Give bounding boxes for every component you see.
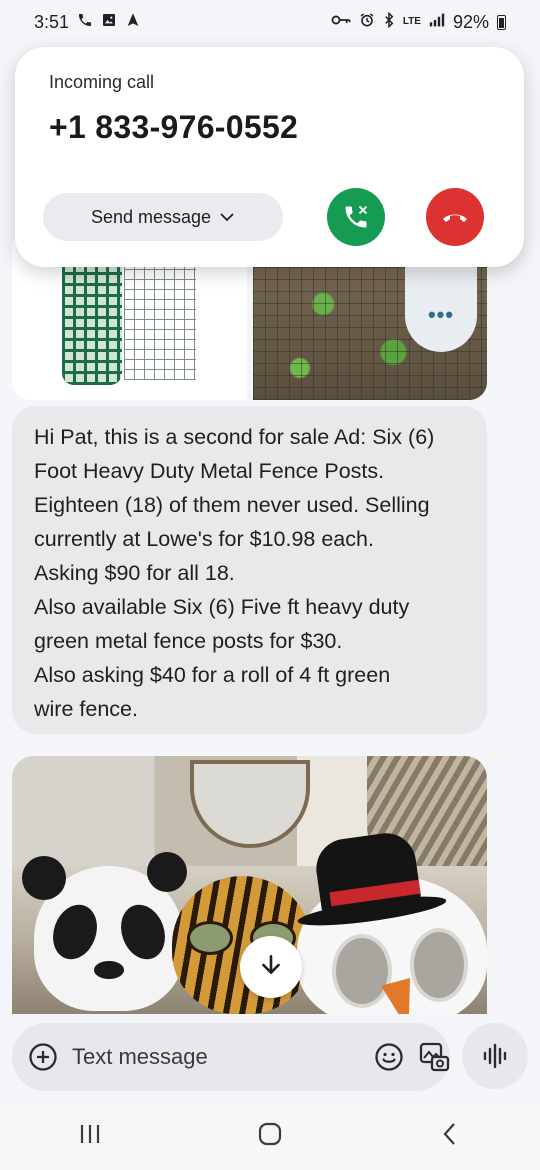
lte-indicator: LTE bbox=[402, 16, 421, 27]
bluetooth-icon bbox=[383, 11, 395, 32]
home-icon bbox=[258, 1122, 282, 1145]
status-bar: 3:51 LTE 92% bbox=[0, 0, 540, 44]
gallery-icon bbox=[101, 12, 117, 32]
fence-roll-graphic bbox=[62, 260, 122, 385]
fence-mesh-graphic bbox=[124, 260, 196, 380]
message-line: Also asking $40 for a roll of 4 ft green bbox=[34, 663, 391, 687]
add-attachment-button[interactable] bbox=[28, 1040, 58, 1074]
status-time: 3:51 bbox=[34, 11, 70, 32]
tiger-eye-graphic bbox=[187, 921, 233, 955]
incoming-call-notification[interactable]: Incoming call +1 833-976-0552 Send messa… bbox=[15, 47, 524, 267]
recent-apps-icon bbox=[80, 1124, 100, 1143]
emoji-icon bbox=[375, 1043, 403, 1071]
battery-icon bbox=[497, 14, 506, 30]
message-line: Foot Heavy Duty Metal Fence Posts. bbox=[34, 459, 385, 483]
message-line: Also available Six (6) Five ft heavy dut… bbox=[34, 595, 410, 619]
message-bubble[interactable]: Hi Pat, this is a second for sale Ad: Si… bbox=[12, 406, 487, 734]
emoji-button[interactable] bbox=[374, 1040, 404, 1074]
decline-call-button[interactable] bbox=[426, 188, 484, 246]
message-composer bbox=[12, 1023, 450, 1091]
text-message-input[interactable] bbox=[72, 1044, 360, 1070]
plus-circle-icon bbox=[29, 1043, 57, 1071]
snowman-eye-graphic bbox=[332, 934, 392, 1008]
voice-wave-icon bbox=[483, 1043, 507, 1069]
phone-icon bbox=[77, 12, 93, 32]
gallery-button[interactable] bbox=[418, 1040, 450, 1074]
recent-apps-button[interactable] bbox=[77, 1121, 103, 1152]
caller-number: +1 833-976-0552 bbox=[49, 109, 299, 145]
message-thread[interactable]: ••• Hi Pat, this is a second for sale Ad… bbox=[0, 240, 540, 1105]
gallery-attach-icon bbox=[419, 1042, 450, 1072]
alarm-icon bbox=[359, 12, 375, 32]
panda-ear-graphic bbox=[147, 852, 187, 892]
send-message-button[interactable]: Send message bbox=[43, 193, 283, 241]
signal-icon bbox=[429, 13, 445, 31]
answer-call-button[interactable] bbox=[327, 188, 385, 246]
panda-nose-graphic bbox=[94, 961, 124, 979]
navigation-icon bbox=[125, 12, 141, 32]
key-icon bbox=[331, 13, 351, 31]
snowman-eye-graphic bbox=[410, 928, 468, 1002]
send-message-label: Send message bbox=[90, 206, 212, 227]
scroll-to-bottom-button[interactable] bbox=[240, 936, 302, 998]
message-line: Eighteen (18) of them never used. Sellin… bbox=[34, 493, 430, 517]
message-line: Asking $90 for all 18. bbox=[34, 561, 235, 585]
home-button[interactable] bbox=[257, 1121, 283, 1152]
message-line: Hi Pat, this is a second for sale Ad: Si… bbox=[34, 425, 435, 449]
arrow-down-icon bbox=[258, 952, 284, 983]
phone-answer-icon bbox=[345, 205, 368, 228]
message-line: green metal fence posts for $30. bbox=[34, 629, 343, 653]
call-label: Incoming call bbox=[49, 72, 155, 92]
phone-decline-icon bbox=[443, 214, 467, 222]
more-icon: ••• bbox=[427, 302, 455, 327]
system-navigation-bar bbox=[0, 1102, 540, 1170]
status-right: LTE 92% bbox=[331, 12, 506, 33]
voice-record-button[interactable] bbox=[462, 1023, 528, 1089]
message-line: currently at Lowe's for $10.98 each. bbox=[34, 527, 374, 551]
chevron-down-icon bbox=[220, 213, 234, 222]
back-icon bbox=[443, 1122, 455, 1145]
battery-percent: 92% bbox=[452, 11, 489, 32]
back-button[interactable] bbox=[437, 1121, 463, 1152]
panda-ear-graphic bbox=[22, 856, 66, 900]
status-left: 3:51 bbox=[34, 12, 141, 33]
message-line: wire fence. bbox=[34, 697, 138, 721]
